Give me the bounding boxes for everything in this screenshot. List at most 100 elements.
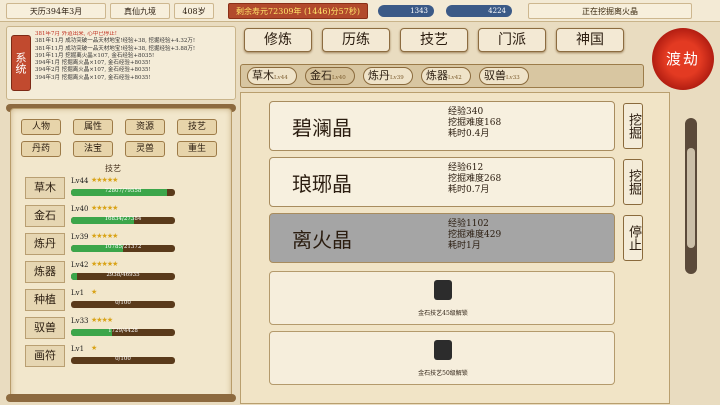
ore-card: 琅琊晶 经验612 挖掘难度268 耗时0.7月 — [269, 157, 615, 207]
tribulation-button[interactable]: 渡劫 — [652, 28, 714, 90]
skill-name: 画符 — [25, 345, 65, 367]
skill-subtabs: 草木Lv44 金石Lv40 炼丹Lv39 炼器Lv42 驭兽Lv33 — [240, 64, 644, 88]
ore-card-active: 离火晶 经验1102 挖掘难度429 耗时1月 — [269, 213, 615, 263]
ore-list: 碧澜晶 经验340 挖掘难度168 耗时0.4月 挖掘 琅琊晶 经验612 挖掘… — [240, 92, 670, 404]
ore-name: 碧澜晶 — [292, 116, 352, 140]
ore-name: 离火晶 — [292, 228, 352, 252]
cat-resources[interactable]: 资源 — [125, 119, 165, 135]
subtab-alchemy[interactable]: 炼丹Lv39 — [363, 67, 413, 85]
tab-sect[interactable]: 门派 — [478, 28, 546, 52]
skill-progress-text: 16834/27384 — [104, 216, 142, 222]
ore-difficulty: 挖掘难度168 — [448, 118, 502, 128]
ore-stats: 经验1102 挖掘难度429 耗时1月 — [448, 219, 501, 252]
ore-time: 耗时0.7月 — [448, 185, 490, 195]
ore-name: 琅琊晶 — [292, 172, 352, 196]
cultivation-realm: 真仙九境 — [110, 3, 170, 19]
skill-level: Lv39 — [71, 233, 89, 241]
ore-time: 耗时0.4月 — [448, 129, 490, 139]
skill-level: Lv42 — [71, 261, 89, 269]
subtab-metal-stone[interactable]: 金石Lv40 — [305, 67, 355, 85]
skill-level: Lv1 — [71, 345, 85, 353]
skill-row[interactable]: 金石 Lv40 ★★★★★ 16834/27384 — [25, 204, 221, 227]
skill-level: Lv33 — [71, 317, 89, 325]
skill-level: Lv44 — [71, 177, 89, 185]
subtab-herbs[interactable]: 草木Lv44 — [247, 67, 297, 85]
log-line: 394年2月 挖掘离火晶×107, 金石经验+8035! — [35, 67, 151, 74]
tab-skills[interactable]: 技艺 — [400, 28, 468, 52]
subtab-forging[interactable]: 炼器Lv42 — [421, 67, 471, 85]
skill-row[interactable]: 种植 Lv1 ★ 0/100 — [25, 288, 221, 311]
skill-row[interactable]: 草木 Lv44 ★★★★★ 72807/79558 — [25, 176, 221, 199]
cat-pills[interactable]: 丹药 — [21, 141, 61, 157]
herb-value: 4224 — [488, 7, 506, 15]
subtab-beast-taming[interactable]: 驭兽Lv33 — [479, 67, 529, 85]
cat-attributes[interactable]: 属性 — [73, 119, 113, 135]
subtab-label: 草木 — [252, 69, 274, 82]
skill-progress-text: 1729/4428 — [108, 328, 138, 334]
skill-stars: ★★★★★ — [91, 232, 118, 240]
tab-cultivate[interactable]: 修炼 — [244, 28, 312, 52]
spirit-stone-value: 1343 — [410, 7, 428, 15]
skill-level: Lv1 — [71, 289, 85, 297]
skill-stars: ★ — [91, 344, 97, 352]
ore-stats: 经验340 挖掘难度168 耗时0.4月 — [448, 107, 501, 140]
ore-exp: 经验1102 — [448, 219, 489, 229]
lock-icon — [434, 280, 452, 300]
skill-stars: ★★★★★ — [91, 204, 118, 212]
subtab-level: Lv40 — [332, 75, 346, 81]
ore-card: 碧澜晶 经验340 挖掘难度168 耗时0.4月 — [269, 101, 615, 151]
ore-exp: 经验340 — [448, 107, 484, 117]
skill-stars: ★ — [91, 288, 97, 296]
skill-stars: ★★★★ — [91, 316, 113, 324]
skill-row[interactable]: 驭兽 Lv33 ★★★★ 1729/4428 — [25, 316, 221, 339]
subtab-label: 金石 — [310, 69, 332, 82]
cat-skills[interactable]: 技艺 — [177, 119, 217, 135]
scrollbar-thumb[interactable] — [687, 148, 695, 248]
skill-row[interactable]: 炼丹 Lv39 ★★★★★ 10785/21372 — [25, 232, 221, 255]
dig-button[interactable]: 挖掘 — [623, 159, 643, 205]
lock-icon — [434, 340, 452, 360]
tab-adventure[interactable]: 历练 — [322, 28, 390, 52]
skill-name: 炼丹 — [25, 233, 65, 255]
skill-row[interactable]: 炼器 Lv42 ★★★★★ 2938/46935 — [25, 260, 221, 283]
dig-button[interactable]: 挖掘 — [623, 103, 643, 149]
skill-stars: ★★★★★ — [91, 176, 118, 184]
skill-name: 金石 — [25, 205, 65, 227]
scroll-roller-bottom — [6, 394, 236, 402]
ore-time: 耗时1月 — [448, 241, 481, 251]
cat-beasts[interactable]: 灵兽 — [125, 141, 165, 157]
remaining-lifespan: 剩余寿元72309年 (1446)分57秒) — [228, 3, 368, 19]
left-panel: 系统 381年7月 外道出来, 心中已停止! 381年11月 成功突破一品天材地… — [6, 26, 236, 402]
skill-level: Lv40 — [71, 205, 89, 213]
ore-stats: 经验612 挖掘难度268 耗时0.7月 — [448, 163, 501, 196]
subtab-label: 驭兽 — [484, 69, 506, 82]
locked-ore-slot: 金石技艺45级解锁 — [269, 271, 615, 325]
ore-list-scrollbar[interactable] — [685, 118, 697, 274]
subtab-label: 炼器 — [426, 69, 448, 82]
top-status-bar: 天历394年3月 真仙九境 408岁 剩余寿元72309年 (1446)分57秒… — [0, 0, 720, 22]
skill-name: 草木 — [25, 177, 65, 199]
log-line: 381年11月 成功突破一品天材地宝!经验+38, 挖掘经验+3.88万! — [35, 45, 196, 52]
skill-name: 炼器 — [25, 261, 65, 283]
log-lines: 381年7月 外道出来, 心中已停止! 381年11月 成功突破一品天材地宝!经… — [35, 31, 231, 97]
tab-divine-realm[interactable]: 神国 — [556, 28, 624, 52]
skill-progress-text: 2938/46935 — [106, 272, 140, 278]
cat-artifacts[interactable]: 法宝 — [73, 141, 113, 157]
current-task: 正在挖掘离火晶 — [528, 3, 692, 19]
skill-progress-text: 10785/21372 — [104, 244, 142, 250]
skill-scroll: 人物 属性 资源 技艺 丹药 法宝 灵兽 重生 技艺 草木 Lv44 ★★★★★… — [10, 108, 232, 402]
skill-progress-text: 0/100 — [115, 356, 131, 362]
cat-rebirth[interactable]: 重生 — [177, 141, 217, 157]
skill-row[interactable]: 画符 Lv1 ★ 0/100 — [25, 344, 221, 367]
herb-counter: 4224 — [446, 5, 512, 17]
system-button[interactable]: 系统 — [11, 35, 31, 91]
cat-character[interactable]: 人物 — [21, 119, 61, 135]
stop-button[interactable]: 停止 — [623, 215, 643, 261]
subtab-level: Lv39 — [390, 75, 404, 81]
event-log[interactable]: 系统 381年7月 外道出来, 心中已停止! 381年11月 成功突破一品天材地… — [6, 26, 236, 100]
log-line: 394年3月 挖掘离火晶×107, 金石经验+8035! — [35, 74, 151, 81]
ore-difficulty: 挖掘难度268 — [448, 174, 502, 184]
skill-progress-text: 72807/79558 — [104, 188, 142, 194]
log-line: 381年11月 成功突破一品天材地宝!经验+38, 挖掘经验+4.32万! — [35, 38, 196, 45]
skill-name: 种植 — [25, 289, 65, 311]
